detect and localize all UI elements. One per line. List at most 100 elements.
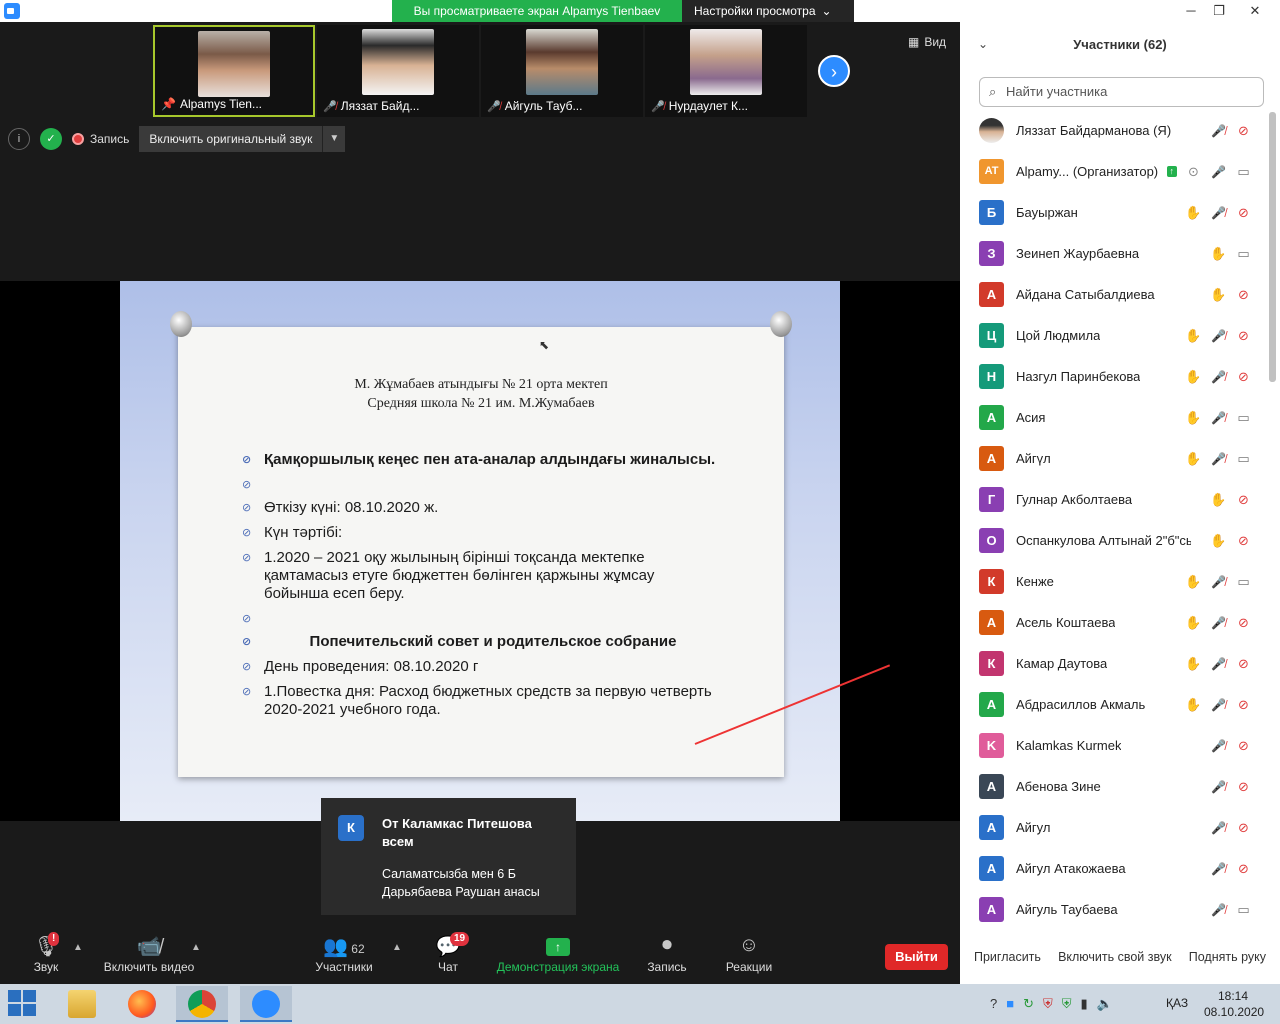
audio-label: Звук xyxy=(33,960,59,974)
video-thumb[interactable]: 🎤̸ Ляззат Байд... xyxy=(317,25,479,117)
chat-button[interactable]: 💬 19 Чат xyxy=(430,932,470,974)
view-settings-label: Настройки просмотра xyxy=(694,4,816,18)
participant-row[interactable]: А Айгул 🎤̸ ⊘ xyxy=(960,807,1270,848)
share-banner: Вы просматриваете экран Alpamys Tienbaev… xyxy=(392,0,854,22)
share-screen-button[interactable]: ↑ Демонстрация экрана xyxy=(496,934,620,974)
record-dot-icon xyxy=(72,133,84,145)
participant-row[interactable]: AT Alpamy... (Организатор) ↑ ⊙ 🎤 ▭ xyxy=(960,151,1270,192)
clock-date: 08.10.2020 xyxy=(1204,1005,1265,1019)
audio-button[interactable]: 🎙! Звук xyxy=(28,932,64,974)
participant-row[interactable]: К Кенже ✋ 🎤̸ ▭ xyxy=(960,561,1270,602)
raise-hand-button[interactable]: Поднять руку xyxy=(1187,944,1268,970)
reactions-button[interactable]: ☺ Реакции xyxy=(722,934,776,974)
file-explorer-app[interactable] xyxy=(56,986,108,1022)
participant-status-icons: ↑ ⊙ 🎤 ▭ xyxy=(1163,164,1253,180)
participant-row[interactable]: Ц Цой Людмила ✋ 🎤̸ ⊘ xyxy=(960,315,1270,356)
search-icon: ⌕ xyxy=(989,84,997,99)
original-sound-caret-icon[interactable]: ▼ xyxy=(322,126,346,152)
participant-row[interactable]: Н Назгул Паринбекова ✋ 🎤̸ ⊘ xyxy=(960,356,1270,397)
slide-bullet xyxy=(242,476,722,494)
mic-muted-icon: 🎤̸ xyxy=(1211,779,1226,794)
record-button[interactable]: ⏺ Запись xyxy=(644,934,690,974)
recording-indicator[interactable]: Запись xyxy=(72,132,129,146)
video-thumb[interactable]: 🎤̸ Нурдаулет К... xyxy=(645,25,807,117)
participant-search-input[interactable]: ⌕ Найти участника xyxy=(979,77,1264,107)
participant-name: Айгул xyxy=(1016,820,1051,835)
language-indicator[interactable]: ҚАЗ xyxy=(1166,996,1188,1010)
minimize-button[interactable]: ─ xyxy=(1176,0,1206,22)
participant-row[interactable]: А Асель Коштаева ✋ 🎤̸ ⊘ xyxy=(960,602,1270,643)
audio-caret-icon[interactable]: ▲ xyxy=(73,942,83,953)
view-settings-button[interactable]: Настройки просмотра ⌄ xyxy=(682,0,854,22)
original-sound-button[interactable]: Включить оригинальный звук xyxy=(139,126,323,152)
participant-row[interactable]: З Зеинеп Жаурбаевна ✋ ▭ xyxy=(960,233,1270,274)
participant-row[interactable]: О Оспанкулова Алтынай 2"б"сы... ✋ ⊘ xyxy=(960,520,1270,561)
pin-icon xyxy=(170,311,192,337)
participant-row[interactable]: Ляззат Байдарманова (Я) 🎤̸ ⊘ xyxy=(960,110,1270,151)
info-icon[interactable]: i xyxy=(8,128,30,150)
participant-name: Ляззат Байдарманова (Я) xyxy=(1016,123,1172,138)
network-icon[interactable]: ▮ xyxy=(1081,996,1088,1012)
zoom-app[interactable] xyxy=(240,986,292,1022)
participant-status-icons: ✋ 🎤̸ ⊘ xyxy=(1185,656,1252,672)
participant-row[interactable]: Г Гулнар Акболтаева ✋ ⊘ xyxy=(960,479,1270,520)
participant-row[interactable]: А Айгул Атакожаева 🎤̸ ⊘ xyxy=(960,848,1270,889)
firefox-app[interactable] xyxy=(116,986,168,1022)
participant-name: Асия xyxy=(1016,410,1046,425)
participant-list: Ляззат Байдарманова (Я) 🎤̸ ⊘ AT Alpamy... (О… xyxy=(960,110,1270,932)
chrome-app[interactable] xyxy=(176,986,228,1022)
next-page-arrow-icon[interactable]: › xyxy=(818,55,850,87)
slide-bullets: Қамқоршылық кеңес пен ата-аналар алдында… xyxy=(242,451,722,726)
thumb-name: Ляззат Байд... xyxy=(340,99,420,113)
share-notice: Вы просматриваете экран Alpamys Tienbaev xyxy=(392,0,682,22)
participant-row[interactable]: А Абдрасиллов Акмаль ✋ 🎤̸ ⊘ xyxy=(960,684,1270,725)
video-button[interactable]: 📹̸ Включить видео xyxy=(100,934,198,974)
close-button[interactable]: ✕ xyxy=(1240,0,1270,22)
mic-muted-icon: 🎤̸ xyxy=(1211,861,1226,876)
volume-icon[interactable]: 🔈 xyxy=(1097,996,1113,1012)
chat-notification[interactable]: К От Каламкас Питешова всем Саламатсызба… xyxy=(321,798,576,915)
participant-list-scrollbar[interactable] xyxy=(1269,112,1276,382)
zoom-tray-icon[interactable]: ■ xyxy=(1006,996,1014,1012)
participant-row[interactable]: А Асия ✋ 🎤̸ ▭ xyxy=(960,397,1270,438)
mic-muted-icon: 🎤̸ xyxy=(1211,369,1226,384)
participant-row[interactable]: А Айдана Сатыбалдиева ✋ ⊘ xyxy=(960,274,1270,315)
antivirus-icon[interactable]: ⛨ xyxy=(1043,996,1053,1012)
participant-row[interactable]: К Камар Даутова ✋ 🎤̸ ⊘ xyxy=(960,643,1270,684)
participant-status-icons: 🎤̸ ⊘ xyxy=(1210,738,1252,754)
sync-icon[interactable]: ↻ xyxy=(1023,996,1034,1012)
participant-row[interactable]: Б Бауыржан ✋ 🎤̸ ⊘ xyxy=(960,192,1270,233)
participant-row[interactable]: K Kalamkas Kurmek 🎤̸ ⊘ xyxy=(960,725,1270,766)
maximize-button[interactable]: ❐ xyxy=(1204,0,1234,22)
chat-sender-avatar: К xyxy=(338,815,364,841)
help-icon[interactable]: ? xyxy=(990,996,997,1012)
shield-icon[interactable]: ✓ xyxy=(40,128,62,150)
leave-button[interactable]: Выйти xyxy=(885,944,948,970)
record-icon: ⊙ xyxy=(1188,163,1199,179)
mic-muted-icon: 🎤̸ xyxy=(651,100,665,113)
windows-start-icon[interactable] xyxy=(8,990,38,1018)
slide-bullet: 1.2020 – 2021 оқу жылының бірінші тоқсан… xyxy=(242,549,722,603)
taskbar-clock[interactable]: 18:14 08.10.2020 xyxy=(1204,988,1265,1020)
participant-avatar: K xyxy=(979,733,1004,758)
thumb-name: Alpamys Tien... xyxy=(179,97,262,111)
participants-caret-icon[interactable]: ▲ xyxy=(392,942,402,953)
participant-avatar: А xyxy=(979,774,1004,799)
view-button[interactable]: ▦ Вид xyxy=(908,35,946,49)
video-thumb[interactable]: 📌 Alpamys Tien... xyxy=(153,25,315,117)
unmute-self-button[interactable]: Включить свой звук xyxy=(1056,944,1174,970)
video-thumb[interactable]: 🎤̸ Айгуль Тауб... xyxy=(481,25,643,117)
slide-bullet: Күн тәртібі: xyxy=(242,524,722,542)
participants-button[interactable]: 👥 62 Участники xyxy=(312,934,376,974)
participant-row[interactable]: А Абенова Зине 🎤̸ ⊘ xyxy=(960,766,1270,807)
participant-name: Айгүл xyxy=(1016,451,1051,466)
participant-row[interactable]: А Айгуль Таубаева 🎤̸ ▭ xyxy=(960,889,1270,930)
meeting-status-row: i ✓ Запись Включить оригинальный звук ▼ xyxy=(8,126,346,152)
invite-button[interactable]: Пригласить xyxy=(972,944,1043,970)
security-icon[interactable]: ⛨ xyxy=(1062,996,1072,1012)
video-off-icon: ⊘ xyxy=(1238,327,1249,343)
raised-hand-icon: ✋ xyxy=(1185,409,1202,425)
video-off-icon: 📹̸ xyxy=(136,936,162,958)
participant-row[interactable]: А Айгүл ✋ 🎤̸ ▭ xyxy=(960,438,1270,479)
video-caret-icon[interactable]: ▲ xyxy=(191,942,201,953)
